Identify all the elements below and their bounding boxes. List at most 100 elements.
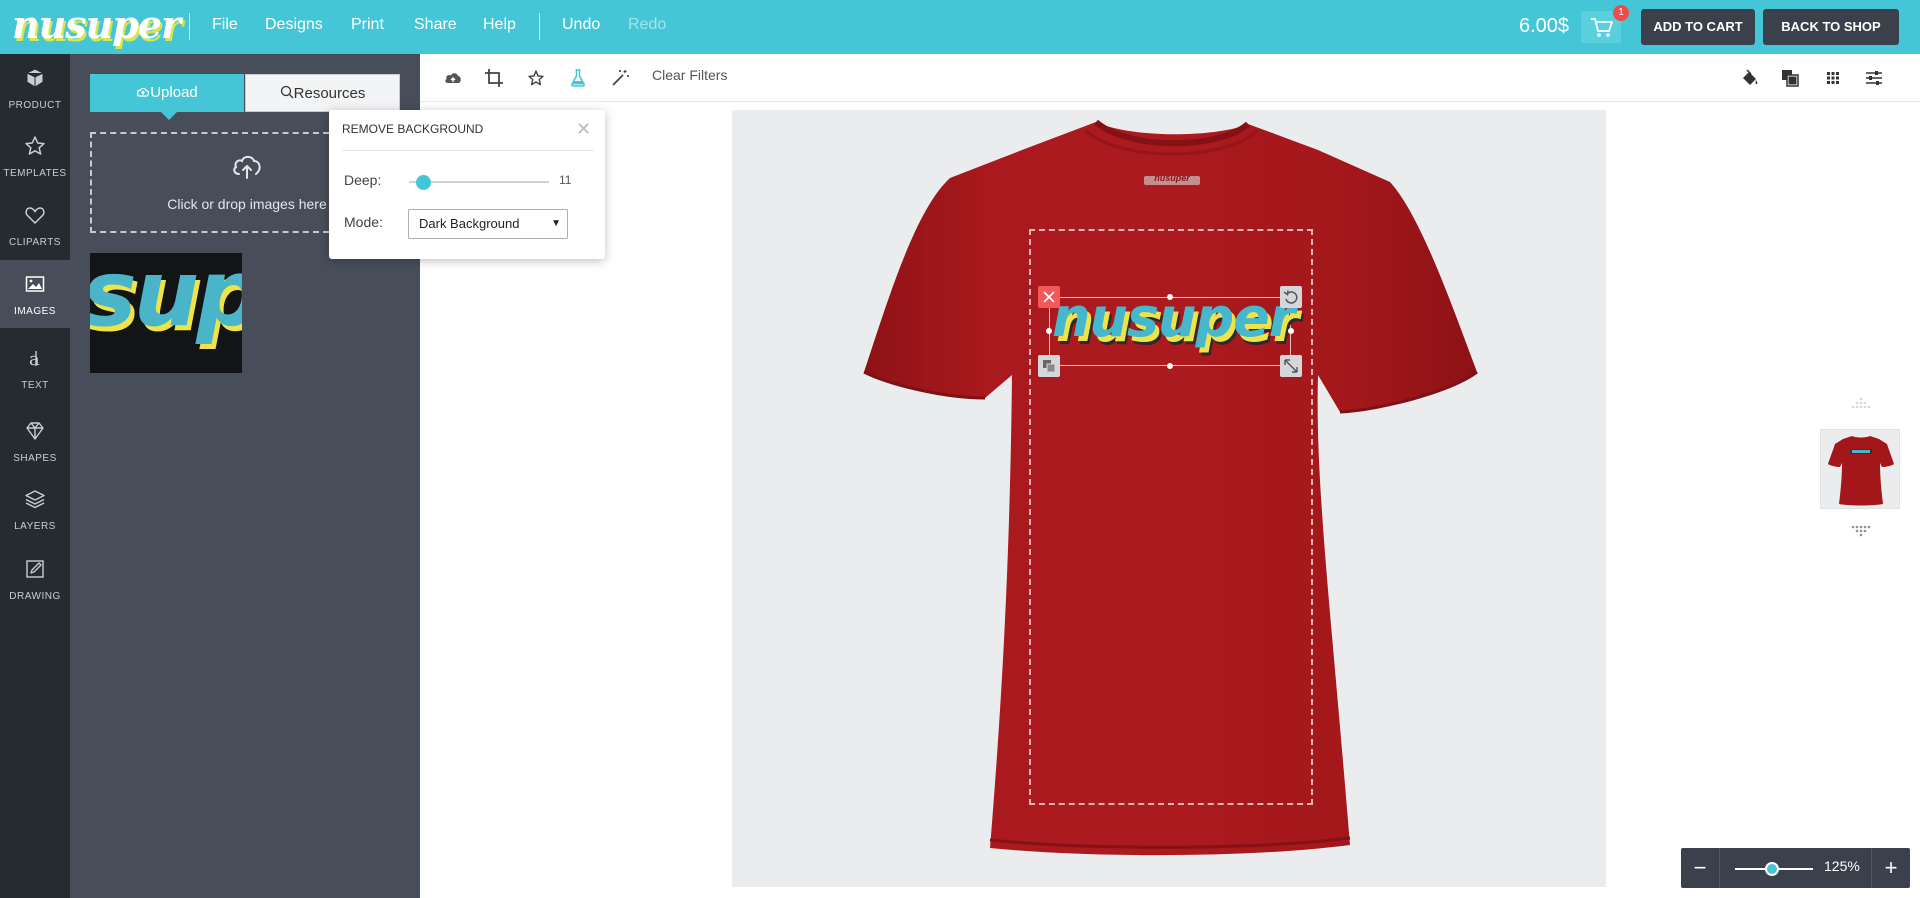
sidebar-item-drawing[interactable]: DRAWING xyxy=(0,545,70,613)
menu-share[interactable]: Share xyxy=(414,16,457,34)
add-to-cart-button[interactable]: ADD TO CART xyxy=(1641,9,1755,45)
grid-icon xyxy=(1827,72,1839,84)
sidebar-item-layers[interactable]: LAYERS xyxy=(0,475,70,543)
sidebar-item-text[interactable]: a TEXT xyxy=(0,334,70,402)
fill-color-tool[interactable] xyxy=(1739,67,1761,89)
sidebar-item-cliparts[interactable]: CLIPARTS xyxy=(0,191,70,259)
copy-icon xyxy=(1043,360,1056,373)
cloud-upload-icon xyxy=(445,73,461,83)
filter-tool[interactable] xyxy=(567,67,589,89)
menu-designs[interactable]: Designs xyxy=(265,16,323,34)
close-icon[interactable]: ✕ xyxy=(576,119,591,140)
menu-help[interactable]: Help xyxy=(483,16,516,34)
resize-handle-left[interactable] xyxy=(1046,328,1052,334)
scale-element-button[interactable] xyxy=(1280,355,1302,377)
tab-resources-label: Resources xyxy=(293,85,366,102)
redo-button[interactable]: Redo xyxy=(628,16,666,34)
zoom-value: 125% xyxy=(1824,858,1860,874)
sidebar-item-label: SHAPES xyxy=(13,453,57,464)
thumbnail-text: sup xyxy=(90,253,242,347)
magic-wand-icon xyxy=(612,70,629,86)
rotate-icon xyxy=(1283,290,1298,304)
sidebar-item-label: PRODUCT xyxy=(8,100,62,111)
tab-upload[interactable]: Upload xyxy=(90,74,244,120)
tab-resources[interactable]: Resources xyxy=(245,74,400,112)
upload-tool[interactable] xyxy=(442,67,464,89)
magic-wand-tool[interactable] xyxy=(609,67,631,89)
cart-count-badge: 1 xyxy=(1613,5,1629,21)
zoom-control: − 125% + xyxy=(1681,848,1910,888)
design-text-image[interactable]: nusuper xyxy=(1052,286,1295,349)
sidebar-item-label: CLIPARTS xyxy=(9,237,61,248)
brand-logo[interactable]: nusuper xyxy=(12,2,181,47)
search-icon xyxy=(280,76,294,114)
star-icon xyxy=(25,136,45,155)
sidebar-item-label: TEMPLATES xyxy=(3,168,67,179)
mode-label: Mode: xyxy=(344,214,383,230)
rotate-element-button[interactable] xyxy=(1280,286,1302,308)
deep-slider-thumb[interactable] xyxy=(416,175,431,190)
divider xyxy=(342,150,594,151)
cart-button[interactable]: 1 xyxy=(1581,5,1629,43)
delete-element-button[interactable] xyxy=(1038,286,1060,308)
deep-value: 11 xyxy=(559,173,572,187)
cart-icon xyxy=(1591,18,1613,37)
svg-text:a: a xyxy=(29,349,40,369)
product-view-front[interactable] xyxy=(1820,429,1900,509)
layers-icon xyxy=(25,490,45,509)
top-bar: nusuper File Designs Print Share Help Un… xyxy=(0,0,1920,54)
heart-icon xyxy=(25,207,45,225)
menu-file[interactable]: File xyxy=(212,16,238,34)
deep-label: Deep: xyxy=(344,172,382,188)
sidebar-item-templates[interactable]: TEMPLATES xyxy=(0,122,70,190)
crop-icon xyxy=(485,69,503,87)
close-icon xyxy=(1043,291,1055,303)
grid-tool[interactable] xyxy=(1822,67,1844,89)
remove-background-popover: REMOVE BACKGROUND ✕ Deep: 11 Mode: Dark … xyxy=(329,110,605,259)
clear-filters-button[interactable]: Clear Filters xyxy=(652,67,727,83)
sidebar-item-label: LAYERS xyxy=(14,521,56,532)
upload-cloud-icon xyxy=(136,75,150,113)
sidebar-item-shapes[interactable]: SHAPES xyxy=(0,407,70,475)
image-toolbar: Clear Filters xyxy=(420,54,1920,102)
tshirt-thumbnail xyxy=(1828,436,1894,506)
resize-handle-bottom[interactable] xyxy=(1167,363,1173,369)
uploaded-image-thumbnail[interactable]: sup sup xyxy=(90,253,242,373)
views-scroll-down-icon[interactable] xyxy=(1846,525,1876,541)
sidebar-item-product[interactable]: PRODUCT xyxy=(0,54,70,122)
mask-tool[interactable] xyxy=(525,67,547,89)
popover-title: REMOVE BACKGROUND xyxy=(342,122,484,136)
sliders-icon xyxy=(1866,71,1882,85)
mode-select[interactable]: Dark Background ▼ xyxy=(408,209,568,239)
sidebar-item-images[interactable]: IMAGES xyxy=(0,260,70,328)
sidebar-item-label: IMAGES xyxy=(14,306,56,317)
resize-handle-right[interactable] xyxy=(1288,328,1294,334)
crop-tool[interactable] xyxy=(483,67,505,89)
sidebar-item-label: TEXT xyxy=(21,380,49,391)
zoom-in-button[interactable]: + xyxy=(1872,848,1910,888)
menu-divider xyxy=(539,13,540,40)
zoom-out-button[interactable]: − xyxy=(1681,848,1719,888)
adjust-tool[interactable] xyxy=(1863,67,1885,89)
upload-cloud-icon xyxy=(233,155,261,179)
flask-icon xyxy=(571,69,585,87)
shirt-neck-label: nusuper xyxy=(1154,173,1190,183)
undo-button[interactable]: Undo xyxy=(562,16,600,34)
resize-handle-top[interactable] xyxy=(1167,294,1173,300)
dropdown-arrow-icon: ▼ xyxy=(551,218,561,229)
arrange-tool[interactable] xyxy=(1779,67,1801,89)
views-scroll-up-icon[interactable] xyxy=(1846,397,1876,413)
menu-divider xyxy=(189,13,190,40)
layer-order-icon xyxy=(1782,70,1799,87)
tab-upload-label: Upload xyxy=(150,84,198,101)
zoom-slider-thumb[interactable] xyxy=(1765,862,1779,876)
cube-icon xyxy=(26,68,44,88)
back-to-shop-button[interactable]: BACK TO SHOP xyxy=(1763,9,1899,45)
layer-element-button[interactable] xyxy=(1038,355,1060,377)
resize-icon xyxy=(1284,359,1298,373)
cart-price: 6.00$ xyxy=(1519,15,1570,37)
text-icon: a xyxy=(29,349,40,369)
mode-select-value: Dark Background xyxy=(419,216,520,231)
paint-bucket-icon xyxy=(1743,69,1758,85)
menu-print[interactable]: Print xyxy=(351,16,384,34)
